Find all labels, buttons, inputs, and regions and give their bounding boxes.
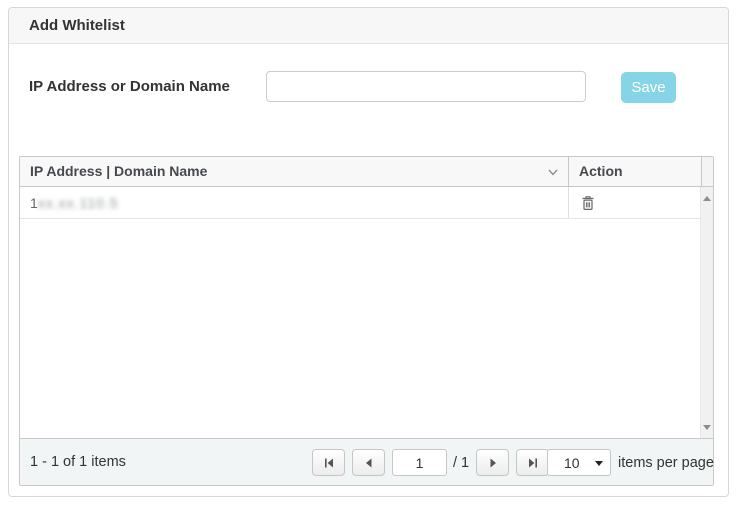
ip-domain-label: IP Address or Domain Name — [29, 78, 230, 95]
page-size-value: 10 — [564, 455, 580, 471]
scrollbar-down-icon[interactable] — [701, 420, 713, 434]
page: Add Whitelist IP Address or Domain Name … — [0, 0, 738, 506]
panel-header: Add Whitelist — [9, 8, 728, 44]
select-caret-icon — [595, 461, 603, 466]
pager-sizes: 10 items per page — [547, 449, 714, 476]
next-page-icon — [485, 455, 501, 471]
pager-nav: / 1 — [312, 449, 549, 476]
grid-header-filler — [702, 157, 713, 186]
page-number-input[interactable] — [392, 449, 447, 476]
scrollbar-up-icon[interactable] — [701, 191, 713, 205]
page-total-label: / 1 — [453, 455, 469, 471]
row-ip-redacted: xx.xx.110.5 — [38, 195, 119, 211]
whitelist-grid: IP Address | Domain Name Action 1xx.xx.1… — [19, 156, 714, 486]
grid-header-row: IP Address | Domain Name Action — [20, 157, 713, 187]
previous-page-button[interactable] — [352, 449, 385, 476]
row-action-cell — [569, 187, 700, 218]
next-page-button[interactable] — [476, 449, 509, 476]
table-row: 1xx.xx.110.5 — [20, 187, 700, 219]
grid-body-content: 1xx.xx.110.5 — [20, 187, 700, 438]
first-page-button[interactable] — [312, 449, 345, 476]
grid-body: 1xx.xx.110.5 — [20, 187, 713, 438]
grid-pager: 1 - 1 of 1 items / 1 — [20, 438, 713, 485]
row-ip-prefix: 1 — [30, 195, 38, 211]
pager-info: 1 - 1 of 1 items — [30, 439, 126, 485]
trash-icon — [581, 195, 595, 211]
add-whitelist-panel: Add Whitelist IP Address or Domain Name … — [8, 7, 729, 497]
seek-last-icon — [525, 455, 541, 471]
items-per-page-label: items per page — [618, 455, 714, 471]
seek-first-icon — [321, 455, 337, 471]
delete-row-button[interactable] — [579, 194, 597, 212]
row-ip-cell: 1xx.xx.110.5 — [20, 187, 569, 218]
column-header-action-label: Action — [579, 163, 623, 179]
panel-title: Add Whitelist — [29, 17, 125, 34]
ip-domain-input[interactable] — [266, 71, 586, 102]
save-button[interactable]: Save — [621, 72, 676, 103]
prev-page-icon — [361, 455, 377, 471]
column-header-action: Action — [569, 157, 702, 186]
column-header-ip-domain-label: IP Address | Domain Name — [30, 163, 207, 179]
vertical-scrollbar[interactable] — [700, 187, 713, 438]
page-size-select[interactable]: 10 — [547, 449, 611, 476]
column-header-ip-domain[interactable]: IP Address | Domain Name — [20, 157, 569, 186]
last-page-button[interactable] — [516, 449, 549, 476]
sort-chevron-down-icon[interactable] — [548, 169, 558, 176]
